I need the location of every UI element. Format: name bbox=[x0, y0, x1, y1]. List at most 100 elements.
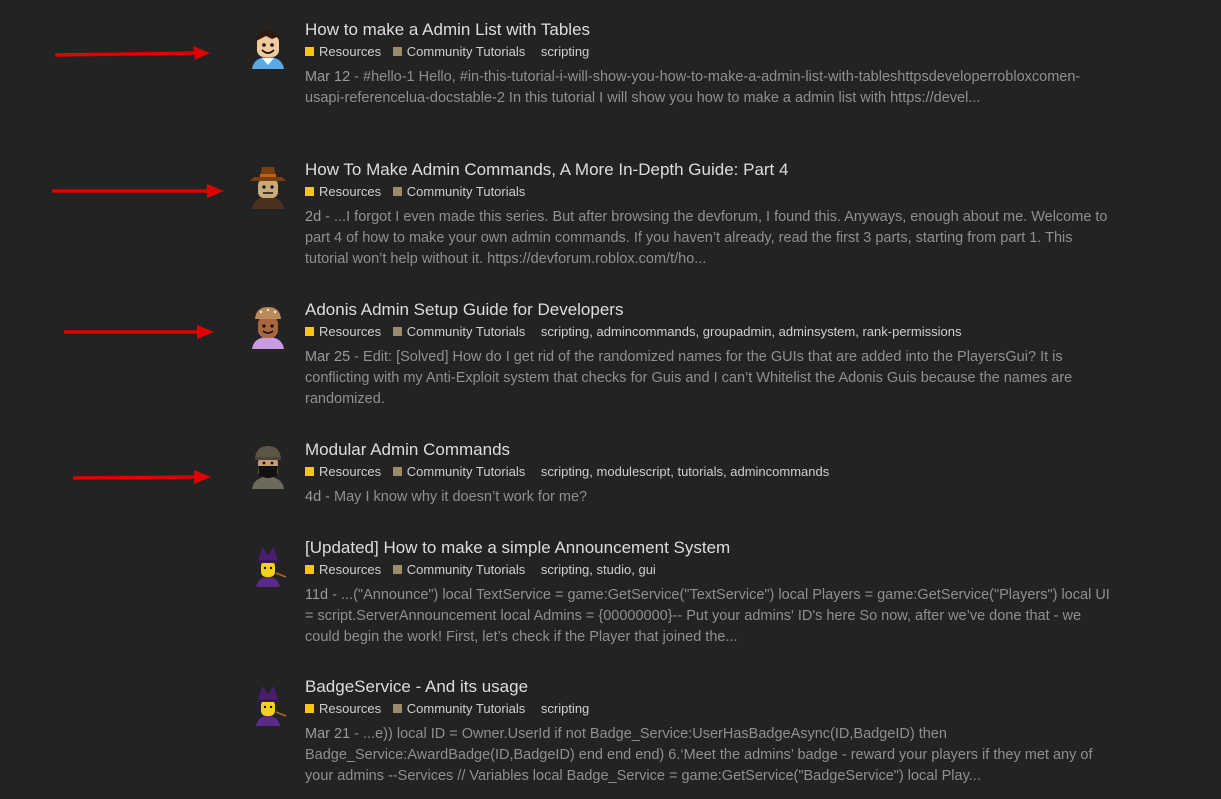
tag-separator: , bbox=[589, 562, 597, 577]
red-arrow-annotation bbox=[64, 322, 214, 342]
result-date: Mar 12 bbox=[305, 69, 351, 85]
result-excerpt: Mar 25 - Edit: [Solved] How do I get rid… bbox=[305, 349, 1073, 407]
result-title[interactable]: How To Make Admin Commands, A More In-De… bbox=[305, 159, 1115, 181]
category-square-icon bbox=[392, 187, 402, 196]
tag-list: scripting, modulescript, tutorials, admi… bbox=[541, 463, 829, 481]
tag-gui[interactable]: gui bbox=[638, 562, 655, 577]
category-square-icon bbox=[392, 47, 402, 56]
category-label: Community Tutorials bbox=[406, 324, 526, 339]
excerpt-text: ...("Announce") local TextService = game… bbox=[305, 587, 1110, 645]
purple-hat-avatar-icon[interactable] bbox=[246, 682, 290, 726]
red-arrow-annotation bbox=[73, 468, 211, 488]
tag-scripting[interactable]: scripting bbox=[541, 562, 589, 577]
tag-separator: , bbox=[695, 324, 703, 339]
category-label: Community Tutorials bbox=[406, 184, 526, 199]
red-arrow-annotation bbox=[55, 45, 210, 65]
tag-separator: , bbox=[589, 324, 597, 339]
tag-adminsystem[interactable]: adminsystem bbox=[779, 324, 856, 339]
tag-list: scripting bbox=[541, 700, 589, 718]
result-excerpt: Mar 21 - ...e)) local ID = Owner.UserId … bbox=[305, 726, 1093, 784]
result-body: [Updated] How to make a simple Announcem… bbox=[305, 537, 1115, 648]
masked-avatar-icon[interactable] bbox=[246, 445, 290, 489]
purple-hat-avatar-icon[interactable] bbox=[246, 543, 290, 587]
result-date: Mar 25 bbox=[305, 349, 351, 365]
result-title[interactable]: How to make a Admin List with Tables bbox=[305, 19, 1115, 41]
result-title[interactable]: Adonis Admin Setup Guide for Developers bbox=[305, 299, 1115, 321]
result-body: How to make a Admin List with Tables Res… bbox=[305, 19, 1115, 109]
category-label: Community Tutorials bbox=[406, 464, 526, 479]
result-meta: Resources Community Tutorials scripting bbox=[305, 700, 1115, 718]
tag-scripting[interactable]: scripting bbox=[541, 44, 589, 59]
category-community-tutorials[interactable]: Community Tutorials bbox=[392, 700, 526, 718]
category-label: Resources bbox=[319, 324, 382, 339]
tag-tutorials[interactable]: tutorials bbox=[677, 464, 723, 479]
search-results-page: How to make a Admin List with Tables Res… bbox=[0, 0, 1221, 799]
category-resources[interactable]: Resources bbox=[305, 561, 381, 579]
category-square-icon bbox=[305, 704, 314, 713]
category-square-icon bbox=[305, 467, 314, 476]
category-label: Community Tutorials bbox=[406, 44, 526, 59]
tag-scripting[interactable]: scripting bbox=[541, 464, 589, 479]
result-meta: Resources Community Tutorials bbox=[305, 183, 1115, 201]
result-excerpt: 11d - ...("Announce") local TextService … bbox=[305, 587, 1110, 645]
category-label: Resources bbox=[319, 701, 382, 716]
result-meta: Resources Community Tutorials scripting bbox=[305, 43, 1115, 61]
result-date: 11d bbox=[305, 587, 329, 603]
category-resources[interactable]: Resources bbox=[305, 323, 381, 341]
result-meta: Resources Community Tutorials scripting,… bbox=[305, 463, 1115, 481]
category-square-icon bbox=[305, 187, 314, 196]
result-excerpt: 4d - May I know why it doesn’t work for … bbox=[305, 489, 588, 505]
result-body: Adonis Admin Setup Guide for Developers … bbox=[305, 299, 1115, 410]
result-excerpt: Mar 12 - #hello-1 Hello, #in-this-tutori… bbox=[305, 69, 1081, 106]
category-square-icon bbox=[305, 47, 314, 56]
category-community-tutorials[interactable]: Community Tutorials bbox=[392, 323, 526, 341]
category-square-icon bbox=[392, 565, 402, 574]
category-label: Community Tutorials bbox=[406, 701, 526, 716]
tag-list: scripting bbox=[541, 43, 589, 61]
result-title[interactable]: Modular Admin Commands bbox=[305, 439, 1115, 461]
category-resources[interactable]: Resources bbox=[305, 43, 381, 61]
result-body: Modular Admin Commands Resources Communi… bbox=[305, 439, 1115, 508]
excerpt-text: ...e)) local ID = Owner.UserId if not Ba… bbox=[305, 726, 1093, 784]
tag-list: scripting, admincommands, groupadmin, ad… bbox=[541, 323, 962, 341]
category-label: Resources bbox=[319, 464, 382, 479]
result-title[interactable]: [Updated] How to make a simple Announcem… bbox=[305, 537, 1115, 559]
category-resources[interactable]: Resources bbox=[305, 183, 381, 201]
tag-rank-permissions[interactable]: rank-permissions bbox=[862, 324, 961, 339]
excerpt-text: #hello-1 Hello, #in-this-tutorial-i-will… bbox=[305, 69, 1081, 106]
tag-admincommands[interactable]: admincommands bbox=[730, 464, 829, 479]
category-label: Resources bbox=[319, 184, 382, 199]
category-community-tutorials[interactable]: Community Tutorials bbox=[392, 561, 526, 579]
result-title[interactable]: BadgeService - And its usage bbox=[305, 676, 1115, 698]
excerpt-text: Edit: [Solved] How do I get rid of the r… bbox=[305, 349, 1073, 407]
tag-modulescript[interactable]: modulescript bbox=[597, 464, 671, 479]
tag-studio[interactable]: studio bbox=[597, 562, 632, 577]
tag-separator: , bbox=[771, 324, 779, 339]
category-label: Resources bbox=[319, 44, 382, 59]
red-arrow-annotation bbox=[52, 181, 224, 201]
category-community-tutorials[interactable]: Community Tutorials bbox=[392, 463, 526, 481]
result-body: BadgeService - And its usage Resources C… bbox=[305, 676, 1115, 787]
cap-avatar-icon[interactable] bbox=[246, 305, 290, 349]
tag-scripting[interactable]: scripting bbox=[541, 324, 589, 339]
result-date: Mar 21 bbox=[305, 726, 351, 742]
excerpt-text: ...I forgot I even made this series. But… bbox=[305, 209, 1108, 267]
classic-smile-avatar-icon[interactable] bbox=[246, 25, 290, 69]
result-meta: Resources Community Tutorials scripting,… bbox=[305, 323, 1115, 341]
tag-groupadmin[interactable]: groupadmin bbox=[703, 324, 772, 339]
hat-avatar-icon[interactable] bbox=[246, 165, 290, 209]
category-community-tutorials[interactable]: Community Tutorials bbox=[392, 183, 526, 201]
category-square-icon bbox=[392, 704, 402, 713]
category-community-tutorials[interactable]: Community Tutorials bbox=[392, 43, 526, 61]
category-resources[interactable]: Resources bbox=[305, 700, 381, 718]
category-square-icon bbox=[392, 467, 402, 476]
result-meta: Resources Community Tutorials scripting,… bbox=[305, 561, 1115, 579]
result-date: 4d bbox=[305, 489, 322, 505]
result-excerpt: 2d - ...I forgot I even made this series… bbox=[305, 209, 1108, 267]
tag-admincommands[interactable]: admincommands bbox=[597, 324, 696, 339]
category-label: Community Tutorials bbox=[406, 562, 526, 577]
tag-list: scripting, studio, gui bbox=[541, 561, 656, 579]
tag-scripting[interactable]: scripting bbox=[541, 701, 589, 716]
category-resources[interactable]: Resources bbox=[305, 463, 381, 481]
tag-separator: , bbox=[589, 464, 597, 479]
